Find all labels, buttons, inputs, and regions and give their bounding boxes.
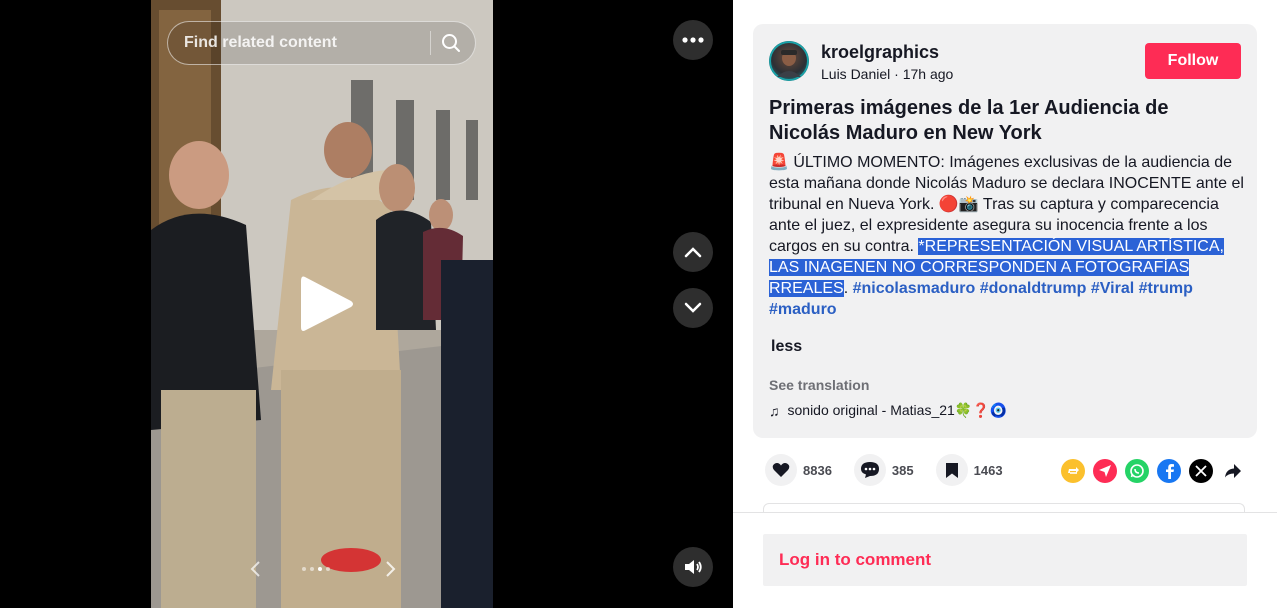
hashtag-link[interactable]: #maduro: [769, 301, 837, 318]
display-name[interactable]: Luis Daniel: [821, 66, 890, 82]
less-toggle[interactable]: less: [771, 338, 802, 356]
comment-count: 385: [891, 462, 914, 478]
x-icon[interactable]: [1189, 459, 1213, 483]
description-after: .: [843, 280, 853, 297]
tiktok-post-page: kroelgraphics Luis Daniel · 17h ago Foll…: [0, 0, 1277, 608]
send-icon[interactable]: [1093, 459, 1117, 483]
video-pane[interactable]: [0, 0, 733, 608]
see-translation-link[interactable]: See translation: [769, 377, 869, 393]
more-options-button[interactable]: [673, 20, 713, 60]
chevron-down-icon: [684, 302, 702, 313]
search-divider: [430, 31, 431, 55]
repost-icon[interactable]: [1061, 459, 1085, 483]
volume-icon: [685, 560, 702, 574]
action-bar: 8836 385 1463: [765, 454, 1003, 486]
avatar[interactable]: [769, 41, 809, 81]
post-time: 17h ago: [902, 66, 954, 82]
hashtag-link[interactable]: #nicolasmaduro: [853, 280, 976, 297]
music-note-icon: ♫: [769, 402, 780, 419]
facebook-icon[interactable]: [1157, 459, 1181, 483]
description-card: kroelgraphics Luis Daniel · 17h ago Foll…: [753, 24, 1257, 438]
divider: [733, 512, 1277, 513]
comment-button[interactable]: 385: [853, 454, 914, 486]
like-button[interactable]: 8836: [765, 454, 832, 486]
login-to-comment[interactable]: Log in to comment: [763, 534, 1247, 586]
music-title: sonido original - Matias_21🍀❓🧿: [787, 402, 1008, 418]
music-link[interactable]: ♫ sonido original - Matias_21🍀❓🧿: [769, 402, 1007, 419]
favorite-button[interactable]: 1463: [935, 454, 1003, 486]
carousel-dot[interactable]: [302, 567, 306, 571]
heart-icon: [765, 454, 797, 486]
share-bar: [1061, 459, 1245, 483]
username[interactable]: kroelgraphics: [821, 42, 939, 63]
search-input[interactable]: [184, 34, 430, 52]
post-description: 🚨 ÚLTIMO MOMENTO: Imágenes exclusivas de…: [769, 152, 1247, 320]
search-icon[interactable]: [441, 33, 461, 53]
author-meta: Luis Daniel · 17h ago: [821, 66, 953, 82]
favorite-count: 1463: [973, 462, 1003, 478]
carousel-dot[interactable]: [326, 567, 330, 571]
previous-image-icon[interactable]: [249, 560, 263, 578]
hashtag-link[interactable]: #Viral: [1091, 280, 1134, 297]
meta-separator: ·: [890, 66, 903, 82]
next-image-icon[interactable]: [383, 560, 397, 578]
chevron-up-icon: [684, 247, 702, 258]
post-details-panel: kroelgraphics Luis Daniel · 17h ago Foll…: [733, 0, 1277, 608]
find-related-search[interactable]: [167, 21, 476, 65]
volume-button[interactable]: [673, 547, 713, 587]
bookmark-icon: [935, 454, 968, 486]
comment-icon: [853, 454, 886, 486]
post-title: Primeras imágenes de la 1er Audiencia de…: [769, 97, 1169, 144]
whatsapp-icon[interactable]: [1125, 459, 1149, 483]
next-video-button[interactable]: [673, 288, 713, 328]
hashtag-link[interactable]: #donaldtrump: [980, 280, 1087, 297]
more-dots-icon: [682, 37, 704, 43]
image-carousel-dots: [302, 567, 330, 571]
play-icon[interactable]: [299, 273, 355, 335]
avatar-image: [769, 41, 809, 81]
hashtag-link[interactable]: #trump: [1139, 280, 1193, 297]
carousel-dot-active[interactable]: [318, 567, 322, 571]
previous-video-button[interactable]: [673, 232, 713, 272]
carousel-dot[interactable]: [310, 567, 314, 571]
follow-button[interactable]: Follow: [1145, 43, 1241, 79]
like-count: 8836: [803, 462, 832, 478]
share-arrow-icon[interactable]: [1221, 459, 1245, 483]
alarm-emoji: 🚨: [769, 154, 789, 171]
